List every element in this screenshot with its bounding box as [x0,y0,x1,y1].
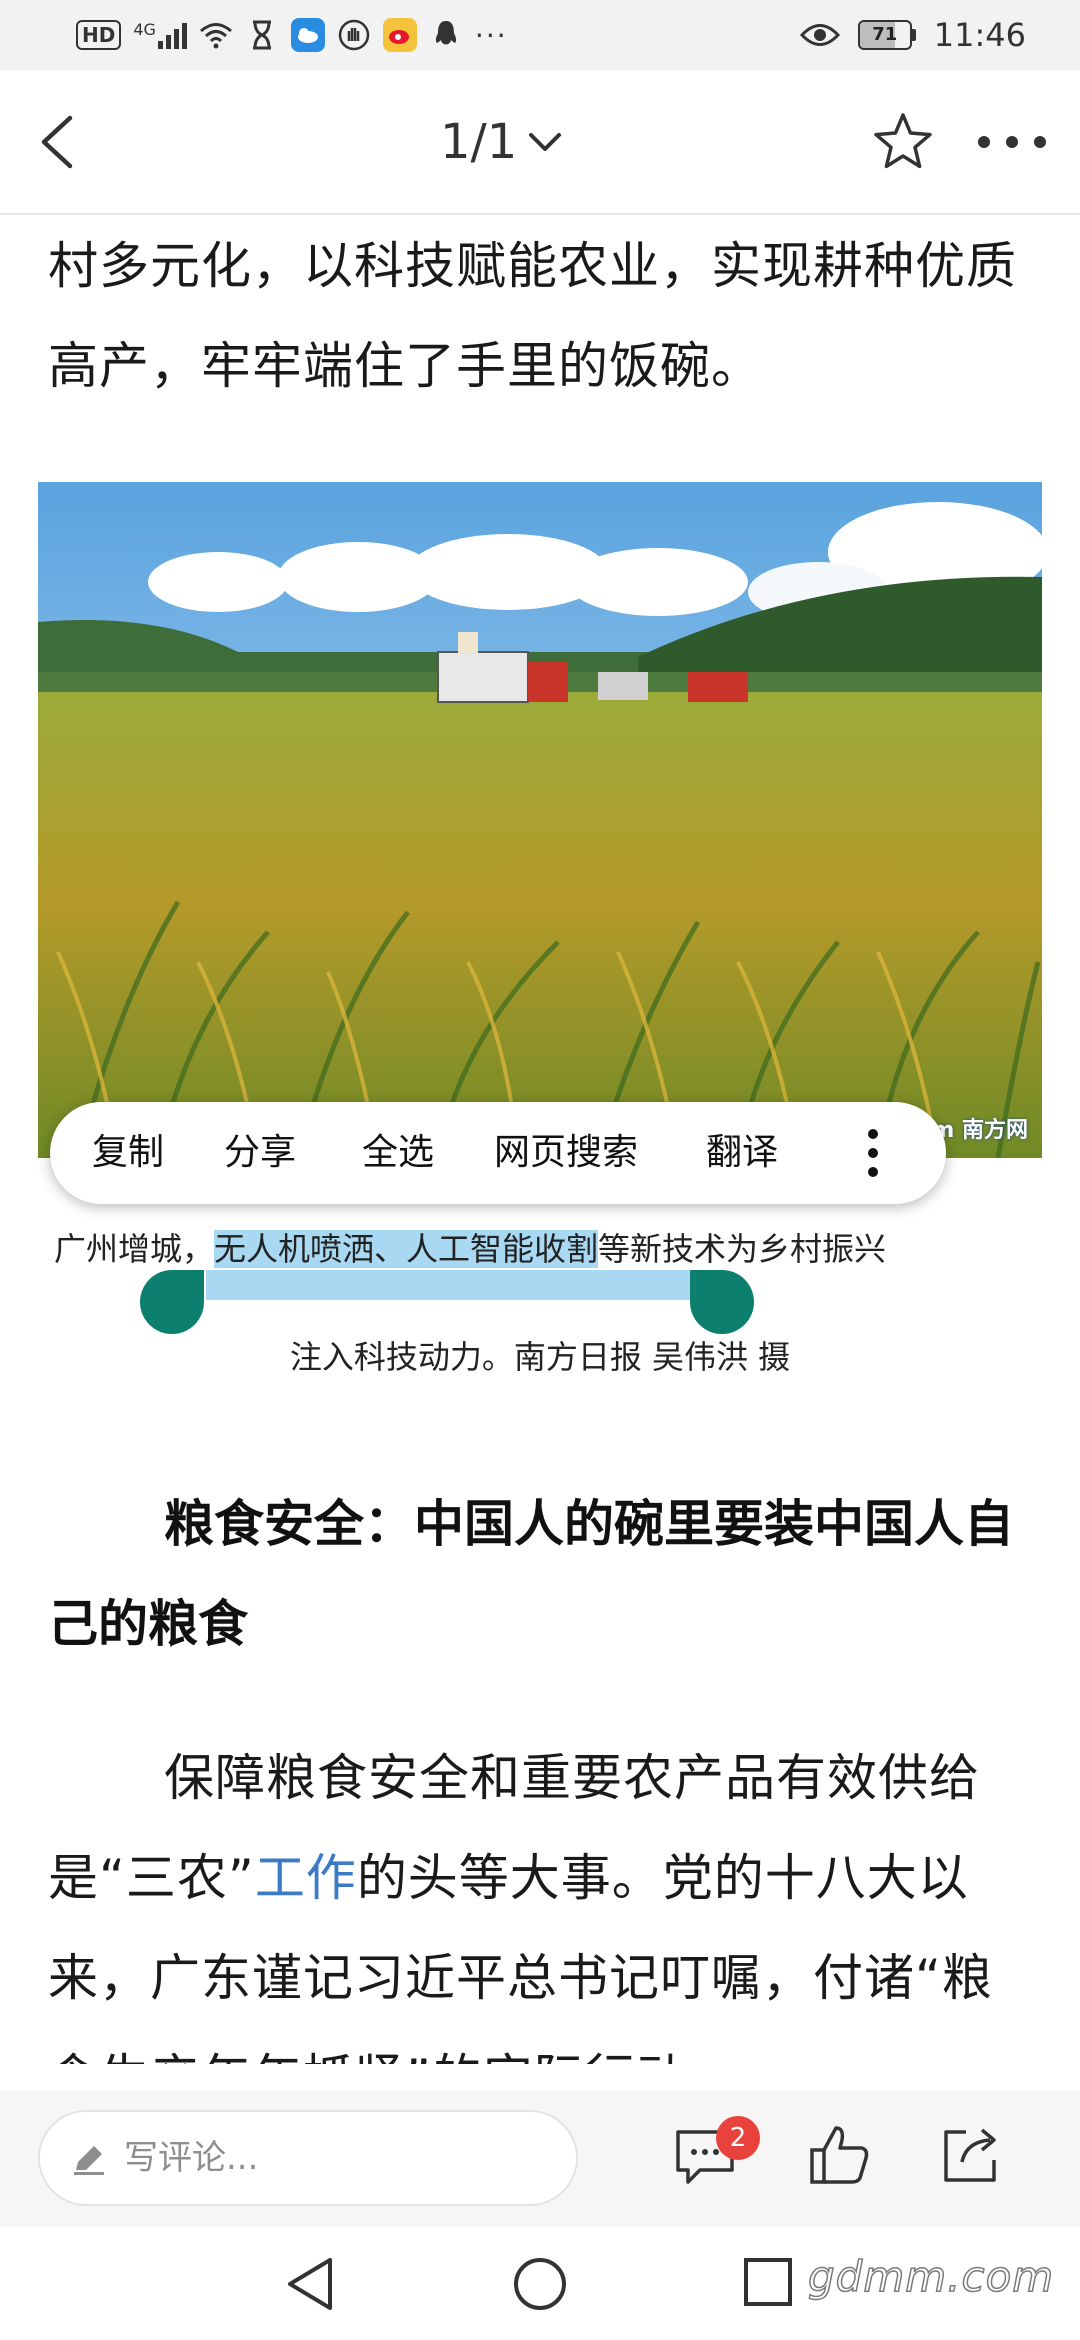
app-blue-icon [290,18,325,52]
work-link[interactable]: 工作 [255,1849,357,1907]
nav-recents-icon[interactable] [742,2256,796,2314]
comment-bar: 写评论... [0,2090,1080,2226]
section-heading-text: 粮食安全：中国人的碗里要装中国人自己的粮食 [48,1495,1014,1653]
like-icon[interactable] [804,2120,874,2190]
photo-caption-line2[interactable]: 注入科技动力。南方日报 吴伟洪 摄 [0,1332,1080,1378]
qq-icon [429,18,463,52]
copy-menu-item[interactable]: 复制 [92,1102,164,1204]
share-menu-item[interactable]: 分享 [224,1102,296,1204]
photo-caption-line1[interactable]: 广州增城，无人机喷洒、人工智能收割等新技术为乡村振兴 [54,1224,1054,1270]
text-selection-menu: 复制 分享 全选 网页搜索 翻译 [50,1102,946,1204]
nav-home-icon[interactable] [510,2254,570,2318]
select-all-menu-item[interactable]: 全选 [362,1102,434,1204]
weibo-icon [382,18,417,52]
status-left-icons: HD 4G ··· [76,14,508,56]
caption-text-post: 等新技术为乡村振兴 [598,1230,887,1268]
hd-icon: HD [76,20,122,50]
article-paragraph-top[interactable]: 村多元化，以科技赋能农业，实现耕种优质高产，牢牢端住了手里的饭碗。 [48,216,1038,416]
signal-icon: 4G [133,20,187,49]
section-heading[interactable]: 粮食安全：中国人的碗里要装中国人自己的粮食 [48,1474,1038,1674]
selected-text[interactable]: 无人机喷洒、人工智能收割 [214,1230,599,1268]
site-watermark: gdmm.com [807,2251,1055,2302]
more-dots-icon[interactable] [974,110,1050,174]
article-paragraph-body[interactable]: 保障粮食安全和重要农产品有效供给是“三农”工作的头等大事。党的十八大以来，广东谨… [48,1728,1038,2064]
hand-icon [337,18,371,52]
comment-placeholder: 写评论... [124,2138,259,2178]
hourglass-icon [245,18,279,52]
pencil-icon [70,2140,108,2178]
selection-start-handle[interactable] [140,1270,204,1334]
comment-input[interactable]: 写评论... [38,2110,578,2206]
battery-percent: 71 [872,24,898,45]
selection-highlight-band [206,1270,690,1300]
article-photo[interactable]: Southcn.com 南方网 [38,482,1042,1158]
more-options-icon[interactable] [858,1126,888,1180]
wifi-icon [199,18,233,52]
page-indicator: 1/1 [440,114,518,170]
page-indicator-button[interactable]: 1/1 [440,114,565,170]
battery-icon: 71 [857,20,916,50]
signal-type-label: 4G [133,20,156,39]
more-notifications-icon: ··· [474,18,508,52]
back-arrow-icon[interactable] [28,110,88,174]
caption-text-pre: 广州增城， [54,1230,215,1268]
star-icon[interactable] [870,110,936,174]
clock: 11:46 [933,16,1026,54]
selection-end-handle[interactable] [690,1270,754,1334]
web-search-menu-item[interactable]: 网页搜索 [494,1102,638,1204]
comment-count-badge: 2 [716,2116,760,2160]
status-right-icons: 71 11:46 [799,14,1026,56]
nav-back-icon[interactable] [282,2254,338,2318]
eye-icon [799,18,840,52]
status-bar: HD 4G ··· 71 11:46 [0,0,1080,70]
translate-menu-item[interactable]: 翻译 [706,1102,778,1204]
share-icon[interactable] [936,2120,1006,2190]
top-bar: 1/1 [0,70,1080,215]
chevron-down-icon [529,133,562,151]
